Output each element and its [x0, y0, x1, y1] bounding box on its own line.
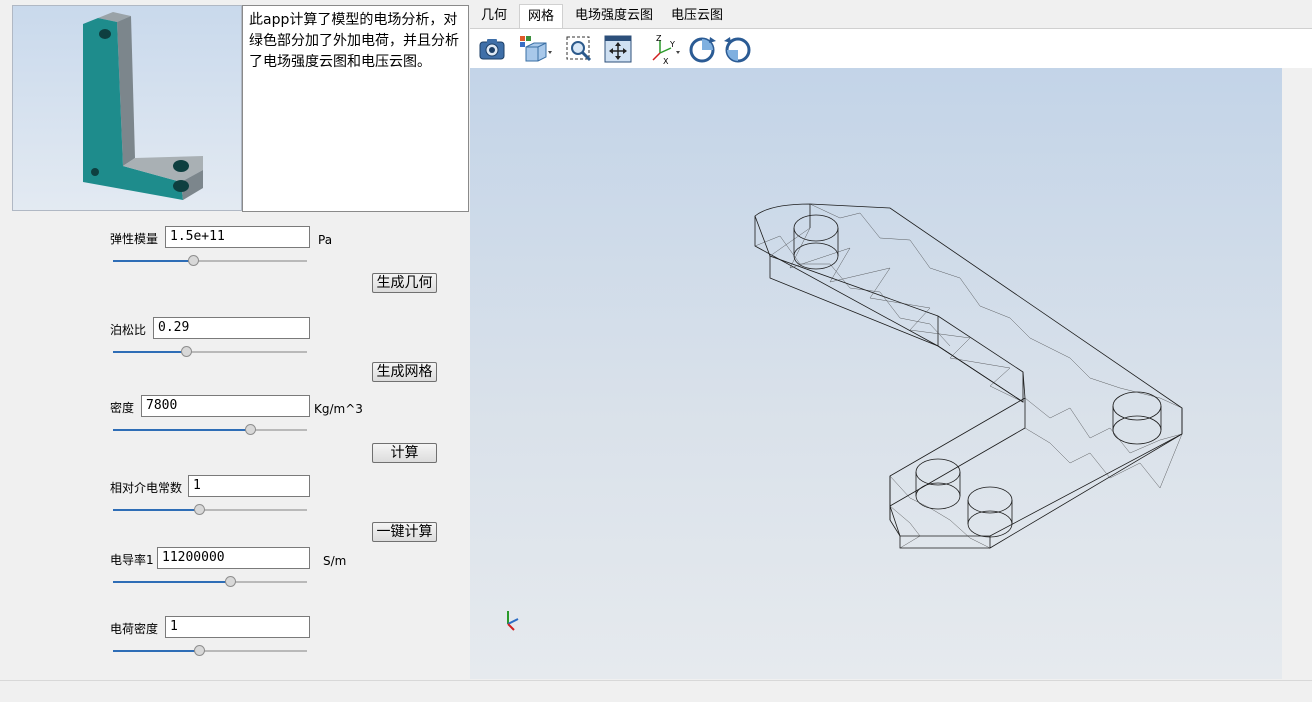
- label-relative-permittivity: 相对介电常数: [110, 481, 183, 495]
- view-cube-icon[interactable]: [518, 33, 552, 65]
- unit-conductivity: S/m: [323, 554, 347, 568]
- conductivity-slider[interactable]: [113, 575, 307, 589]
- charge-density-slider[interactable]: [113, 644, 307, 658]
- slider-thumb[interactable]: [188, 255, 199, 266]
- compute-button[interactable]: 计算: [372, 443, 437, 463]
- viewer-toolbar: Z Y X: [470, 28, 1312, 69]
- triad-label-y: Y: [669, 40, 675, 49]
- label-poisson-ratio: 泊松比: [110, 323, 147, 337]
- tab-mesh[interactable]: 网格: [519, 4, 564, 28]
- zoom-extents-icon[interactable]: [602, 33, 634, 65]
- unit-density: Kg/m^3: [314, 402, 363, 416]
- tab-voltage-contour[interactable]: 电压云图: [663, 4, 731, 28]
- poisson-ratio-slider[interactable]: [113, 345, 307, 359]
- 3d-viewport[interactable]: [470, 68, 1282, 679]
- relative-permittivity-slider[interactable]: [113, 503, 307, 517]
- slider-thumb[interactable]: [181, 346, 192, 357]
- label-elastic-modulus: 弹性模量: [110, 232, 159, 246]
- slider-thumb[interactable]: [245, 424, 256, 435]
- one-click-compute-button[interactable]: 一键计算: [372, 522, 437, 542]
- charge-density-input[interactable]: 1: [165, 616, 310, 638]
- slider-thumb[interactable]: [194, 504, 205, 515]
- label-conductivity: 电导率1: [110, 553, 154, 567]
- axis-triad-icon: [507, 611, 519, 631]
- slider-thumb[interactable]: [194, 645, 205, 656]
- label-charge-density: 电荷密度: [110, 622, 159, 636]
- triad-label-x: X: [663, 57, 669, 65]
- mesh-model: [507, 203, 1183, 631]
- right-panel-strip: [1282, 68, 1312, 679]
- density-slider[interactable]: [113, 423, 307, 437]
- zoom-box-icon[interactable]: [564, 33, 596, 65]
- generate-mesh-button[interactable]: 生成网格: [372, 362, 437, 382]
- generate-geometry-button[interactable]: 生成几何: [372, 273, 437, 293]
- tab-bar: 几何 网格 电场强度云图 电压云图: [469, 4, 1312, 28]
- conductivity-input[interactable]: 11200000: [157, 547, 310, 569]
- triad-label-z: Z: [656, 34, 662, 43]
- rotate-cw-icon[interactable]: [686, 33, 718, 65]
- slider-thumb[interactable]: [225, 576, 236, 587]
- description-text: 此app计算了模型的电场分析，对绿色部分加了外加电荷，并且分析了电场强度云图和电…: [242, 5, 469, 212]
- model-preview-image: [12, 5, 242, 211]
- elastic-modulus-input[interactable]: 1.5e+11: [165, 226, 310, 248]
- tab-geometry[interactable]: 几何: [473, 4, 515, 28]
- camera-icon[interactable]: [476, 33, 508, 65]
- rotate-ccw-icon[interactable]: [722, 33, 754, 65]
- density-input[interactable]: 7800: [141, 395, 310, 417]
- axis-triad-icon[interactable]: Z Y X: [648, 33, 680, 66]
- relative-permittivity-input[interactable]: 1: [188, 475, 310, 497]
- poisson-ratio-input[interactable]: 0.29: [153, 317, 310, 339]
- status-bar: [0, 680, 1312, 702]
- unit-elastic-modulus: Pa: [318, 233, 333, 247]
- label-density: 密度: [110, 401, 135, 415]
- tab-field-strength-contour[interactable]: 电场强度云图: [567, 4, 661, 28]
- elastic-modulus-slider[interactable]: [113, 254, 307, 268]
